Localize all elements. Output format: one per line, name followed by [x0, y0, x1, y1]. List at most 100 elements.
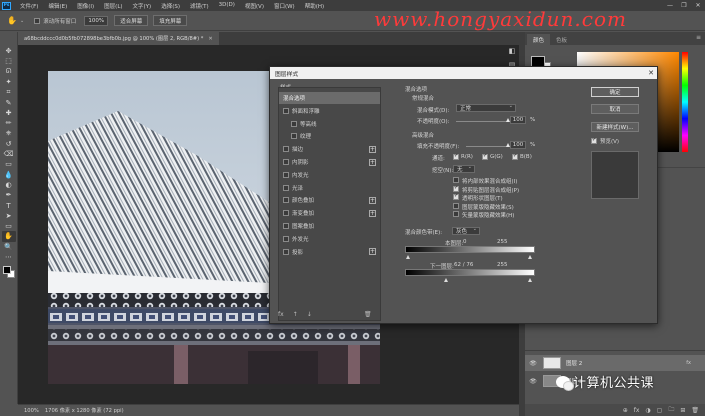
hue-slider[interactable] — [682, 52, 688, 152]
hand-tool-icon[interactable]: ✋ — [1, 231, 16, 242]
move-tool-icon[interactable]: ✥ — [2, 46, 16, 56]
status-zoom[interactable]: 100% — [24, 408, 39, 414]
menu-item[interactable]: 视图(V) — [240, 2, 269, 10]
close-button[interactable]: ✕ — [692, 0, 704, 11]
stamp-tool-icon[interactable]: ⎈ — [2, 128, 16, 138]
add-effect-icon[interactable]: + — [369, 196, 376, 204]
menu-item[interactable]: 3D(D) — [214, 2, 240, 10]
zoom-field[interactable]: 100% — [84, 15, 109, 26]
style-checkbox[interactable] — [291, 133, 297, 140]
channel-g-checkbox[interactable] — [482, 153, 488, 160]
style-checkbox[interactable] — [283, 223, 289, 229]
eye-icon[interactable]: 👁 — [528, 378, 538, 385]
minimize-button[interactable]: — — [664, 0, 676, 11]
shape-tool-icon[interactable]: ▭ — [2, 221, 16, 231]
style-checkbox[interactable] — [283, 235, 289, 242]
history-brush-tool-icon[interactable]: ↺ — [2, 139, 16, 149]
menu-item[interactable]: 编辑(E) — [43, 2, 72, 10]
layers-footer-icon[interactable]: ◑ — [645, 407, 650, 414]
this-layer-high-knob[interactable] — [528, 255, 532, 259]
style-item[interactable]: 混合选项 — [279, 92, 380, 104]
foreground-swatch[interactable] — [2, 266, 11, 275]
cancel-button[interactable]: 取消 — [591, 104, 639, 114]
eraser-tool-icon[interactable]: ⌫ — [2, 149, 16, 159]
underlying-layer-high-knob[interactable] — [528, 278, 532, 282]
style-item[interactable]: 颜色叠加 + — [279, 194, 380, 206]
style-checkbox[interactable] — [283, 107, 289, 114]
style-item[interactable]: 光泽 — [279, 182, 380, 194]
blur-tool-icon[interactable]: 💧 — [2, 170, 16, 180]
blend-option-checkbox[interactable] — [453, 177, 459, 183]
layers-footer-icon[interactable]: ⊕ — [623, 407, 628, 414]
adjustments-icon[interactable]: ◧ — [507, 46, 517, 56]
style-item[interactable]: 纹理 — [279, 130, 380, 142]
channel-b-checkbox[interactable] — [512, 153, 518, 160]
tab-swatches[interactable]: 色板 — [550, 34, 573, 45]
blend-option-checkbox[interactable] — [453, 202, 459, 209]
style-checkbox[interactable] — [283, 184, 289, 191]
lasso-tool-icon[interactable]: ᘏ — [2, 67, 16, 77]
this-layer-low-knob[interactable] — [406, 255, 410, 259]
pen-tool-icon[interactable]: ✒ — [2, 190, 16, 200]
opacity-slider[interactable] — [456, 118, 510, 122]
layers-footer-icon[interactable]: 🗑 — [691, 407, 699, 414]
eye-icon[interactable]: 👁 — [528, 360, 538, 367]
style-checkbox[interactable] — [283, 197, 289, 204]
add-effect-icon[interactable]: + — [369, 209, 376, 217]
scroll-all-windows-checkbox[interactable] — [34, 17, 41, 24]
opacity-value[interactable]: 100 — [510, 116, 526, 124]
move-down-icon[interactable]: ↓ — [307, 311, 312, 318]
magic-wand-tool-icon[interactable]: ✦ — [2, 77, 16, 87]
tab-color[interactable]: 颜色 — [527, 34, 551, 45]
fit-screen-button[interactable]: 适合屏幕 — [114, 15, 149, 26]
style-item[interactable]: 投影 + — [279, 246, 380, 258]
type-tool-icon[interactable]: T — [2, 200, 16, 210]
fill-opacity-slider[interactable] — [466, 143, 510, 147]
zoom-tool-icon[interactable]: 🔍 — [2, 242, 16, 252]
eyedropper-tool-icon[interactable]: ✎ — [2, 97, 16, 107]
add-effect-icon[interactable]: + — [369, 248, 376, 256]
opacity-slider-knob[interactable] — [505, 118, 510, 122]
style-checkbox[interactable] — [283, 146, 289, 153]
new-style-button[interactable]: 新建样式(W)... — [591, 122, 639, 132]
style-item[interactable]: 内阴影 + — [279, 156, 380, 168]
style-item[interactable]: 斜面和浮雕 — [279, 105, 380, 117]
more-tool-icon[interactable]: ⋯ — [2, 252, 16, 262]
style-item[interactable]: 图案叠加 — [279, 220, 380, 232]
add-effect-icon[interactable]: + — [369, 145, 376, 153]
document-tab[interactable]: a68bcddccc0d0b5fb072898be3bfb0b.jpg @ 10… — [18, 32, 219, 45]
panel-menu-icon[interactable]: ≡ — [696, 34, 701, 41]
blend-mode-select[interactable]: 正常 — [456, 103, 516, 112]
fx-menu-icon[interactable]: fx — [278, 311, 284, 318]
move-up-icon[interactable]: ↑ — [293, 311, 298, 318]
style-checkbox[interactable] — [283, 210, 289, 217]
menu-item[interactable]: 图层(L) — [99, 2, 127, 10]
menu-item[interactable]: 窗口(W) — [269, 2, 300, 10]
style-item[interactable]: 描边 + — [279, 143, 380, 155]
menu-item[interactable]: 图像(I) — [72, 2, 99, 10]
layer-row[interactable]: 👁 图层 2 fx — [525, 355, 705, 371]
knockout-select[interactable]: 无 — [453, 164, 475, 173]
menu-item[interactable]: 选择(S) — [156, 2, 185, 10]
underlying-layer-low-knob[interactable] — [444, 278, 448, 282]
crop-tool-icon[interactable]: ⌗ — [2, 87, 16, 97]
blend-option-checkbox[interactable] — [453, 185, 459, 192]
blend-option-checkbox[interactable] — [453, 211, 459, 217]
style-item[interactable]: 内发光 — [279, 169, 380, 181]
gradient-tool-icon[interactable]: ▭ — [2, 159, 16, 169]
ok-button[interactable]: 确定 — [591, 87, 639, 97]
preview-checkbox[interactable] — [591, 137, 597, 144]
style-item[interactable]: 渐变叠加 + — [279, 207, 380, 219]
layer-fx-badge[interactable]: fx — [686, 360, 691, 366]
layers-footer-icon[interactable]: ⊞ — [680, 407, 685, 414]
blend-option-checkbox[interactable] — [453, 193, 459, 200]
style-item[interactable]: 等高线 — [279, 118, 380, 130]
fill-screen-button[interactable]: 填充屏幕 — [153, 15, 188, 26]
style-checkbox[interactable] — [291, 120, 297, 127]
chevron-down-icon[interactable]: ⌄ — [20, 18, 24, 24]
healing-tool-icon[interactable]: ✚ — [2, 108, 16, 118]
blend-if-select[interactable]: 灰色 — [452, 226, 480, 235]
layers-footer-icon[interactable]: ▢ — [657, 407, 663, 414]
menu-item[interactable]: 帮助(H) — [300, 2, 329, 10]
this-layer-gradient[interactable] — [405, 246, 535, 259]
